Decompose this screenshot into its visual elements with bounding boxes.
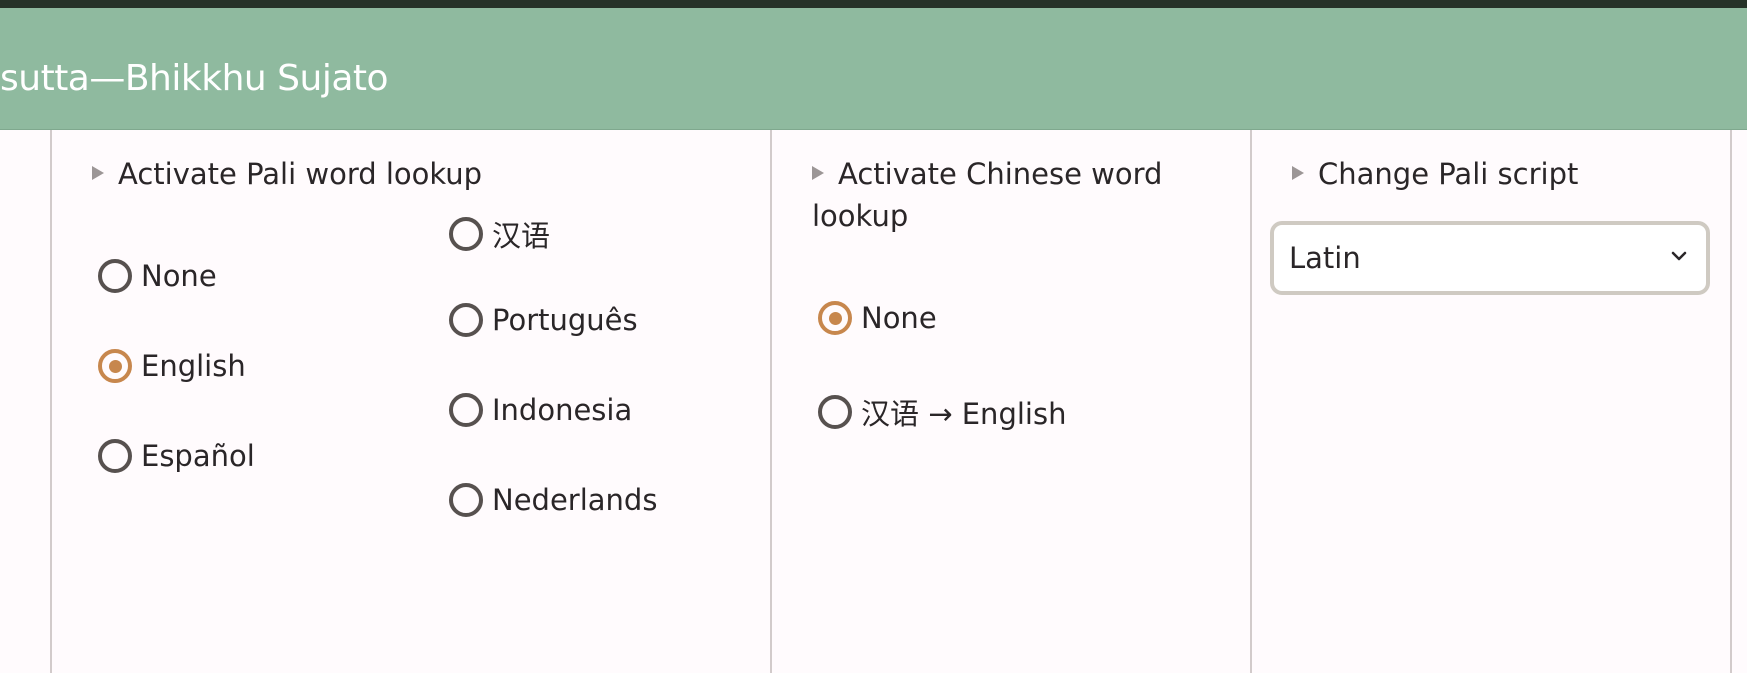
column-divider	[1250, 130, 1252, 673]
radio-button[interactable]	[818, 395, 852, 429]
pali-option-none[interactable]: None	[98, 259, 217, 293]
chinese-lookup-title-line2: lookup	[812, 199, 909, 233]
column-divider	[1730, 130, 1732, 673]
page-title: sutta—Bhikkhu Sujato	[0, 58, 389, 99]
radio-button[interactable]	[98, 439, 132, 473]
pali-option-indonesia[interactable]: Indonesia	[449, 393, 632, 427]
radio-label: Indonesia	[492, 393, 633, 427]
chevron-down-icon	[1671, 251, 1687, 261]
top-dark-bar	[0, 0, 1747, 8]
radio-button[interactable]	[449, 393, 483, 427]
pali-lookup-toggle[interactable]: Activate Pali word lookup	[92, 153, 482, 195]
chinese-option-none[interactable]: None	[818, 301, 937, 335]
pali-script-title: Change Pali script	[1318, 157, 1579, 191]
chinese-option-english[interactable]: 汉语 → English	[818, 391, 1066, 433]
column-divider	[50, 130, 52, 673]
pali-lookup-title: Activate Pali word lookup	[118, 157, 483, 191]
radio-label: 汉语	[492, 219, 551, 253]
radio-button[interactable]	[449, 217, 483, 251]
triangle-right-icon	[812, 166, 824, 180]
radio-label: 汉语 → English	[861, 397, 1067, 431]
radio-label: None	[141, 259, 217, 293]
radio-label: None	[861, 301, 937, 335]
radio-button-selected[interactable]	[98, 349, 132, 383]
page-header: sutta—Bhikkhu Sujato	[0, 8, 1747, 130]
radio-label: Español	[141, 439, 255, 473]
radio-button[interactable]	[449, 483, 483, 517]
column-divider	[770, 130, 772, 673]
triangle-right-icon	[1292, 166, 1304, 180]
radio-button-selected[interactable]	[818, 301, 852, 335]
radio-button[interactable]	[449, 303, 483, 337]
pali-option-english[interactable]: English	[98, 349, 246, 383]
settings-panel: Activate Pali word lookup None English E…	[0, 130, 1747, 673]
chinese-lookup-title-line1: Activate Chinese word	[838, 157, 1163, 191]
radio-button[interactable]	[98, 259, 132, 293]
pali-option-chinese[interactable]: 汉语	[449, 213, 550, 255]
triangle-right-icon	[92, 166, 104, 180]
pali-option-portugues[interactable]: Português	[449, 303, 638, 337]
radio-label: Nederlands	[492, 483, 658, 517]
pali-option-nederlands[interactable]: Nederlands	[449, 483, 657, 517]
radio-label: English	[141, 349, 246, 383]
radio-label: Português	[492, 303, 638, 337]
pali-script-select[interactable]: Latin	[1270, 221, 1710, 295]
pali-option-espanol[interactable]: Español	[98, 439, 255, 473]
pali-script-toggle[interactable]: Change Pali script	[1292, 153, 1578, 195]
pali-script-selected-value: Latin	[1289, 241, 1361, 275]
chinese-lookup-toggle[interactable]: Activate Chinese word	[812, 153, 1162, 195]
